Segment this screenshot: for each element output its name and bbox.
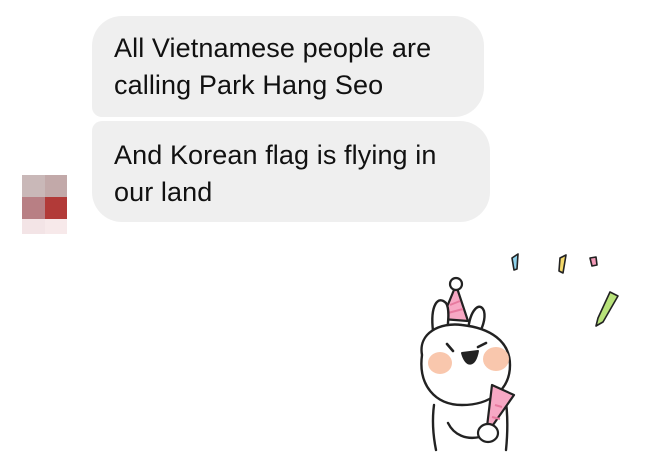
party-bunny-sticker-icon[interactable] [400,245,630,455]
message-bubble[interactable]: And Korean flag is flying in our land [92,121,490,222]
message-text: All Vietnamese people are calling Park H… [114,33,432,100]
chat-thread: All Vietnamese people are calling Park H… [0,0,660,464]
message-text: And Korean flag is flying in our land [114,140,437,207]
message-bubble[interactable]: All Vietnamese people are calling Park H… [92,16,484,117]
pixelated-avatar-icon[interactable] [22,175,67,234]
confetti-icon [511,253,619,327]
